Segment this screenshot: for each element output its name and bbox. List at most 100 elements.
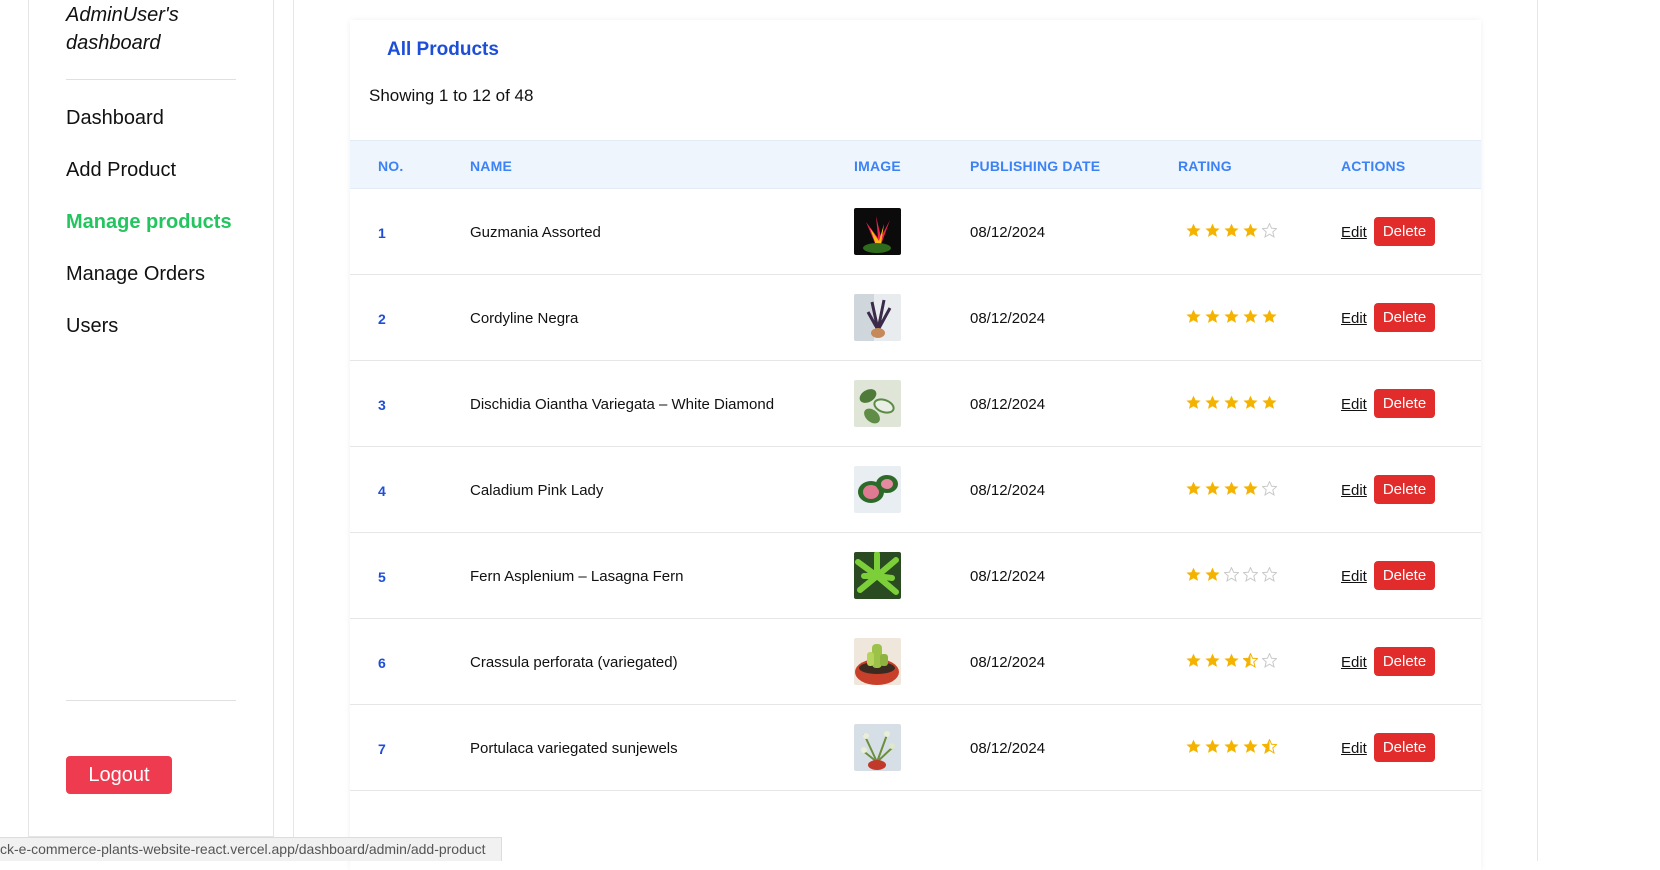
edit-link[interactable]: Edit <box>1341 482 1367 499</box>
sidebar-item-users[interactable]: Users <box>66 315 118 338</box>
main-divider <box>293 0 294 861</box>
delete-button[interactable]: Delete <box>1374 217 1435 246</box>
row-number: 1 <box>378 225 386 241</box>
column-header-no: NO. <box>378 158 404 174</box>
column-header-image: IMAGE <box>854 158 901 174</box>
column-header-actions: ACTIONS <box>1341 158 1406 174</box>
logout-button[interactable]: Logout <box>66 756 172 794</box>
dashboard-brand: AdminUser's dashboard <box>66 4 179 54</box>
sidebar-item-manage-orders[interactable]: Manage Orders <box>66 263 205 286</box>
star-full-icon <box>1205 395 1220 410</box>
sidebar-item-add-product[interactable]: Add Product <box>66 159 176 182</box>
products-card: All Products Showing 1 to 12 of 48 NO. N… <box>350 20 1481 870</box>
publishing-date: 08/12/2024 <box>970 482 1046 499</box>
table-row: 2 Cordyline Negra 08/12/2024 Edit Delete <box>350 275 1481 361</box>
sidebar: AdminUser's dashboard Dashboard Add Prod… <box>28 0 274 837</box>
delete-button[interactable]: Delete <box>1374 733 1435 762</box>
delete-button[interactable]: Delete <box>1374 647 1435 676</box>
table-row: 5 Fern Asplenium – Lasagna Fern 08/12/2024… <box>350 533 1481 619</box>
table-row: 6 Crassula perforata (variegated) 08/12/20… <box>350 619 1481 705</box>
sidebar-divider-bottom <box>66 700 236 701</box>
pagination-summary: Showing 1 to 12 of 48 <box>369 86 534 105</box>
product-thumbnail <box>854 552 901 599</box>
product-thumbnail <box>854 380 901 427</box>
product-name: Crassula perforata (variegated) <box>470 654 678 671</box>
product-name: Cordyline Negra <box>470 310 579 327</box>
star-empty-icon <box>1261 222 1278 238</box>
star-half-icon <box>1242 652 1259 668</box>
star-full-icon <box>1243 739 1258 754</box>
product-name: Guzmania Assorted <box>470 224 601 241</box>
star-full-icon <box>1224 223 1239 238</box>
row-number: 6 <box>378 655 386 671</box>
delete-button[interactable]: Delete <box>1374 389 1435 418</box>
table-row: 3 Dischidia Oiantha Variegata – White Dia… <box>350 361 1481 447</box>
publishing-date: 08/12/2024 <box>970 568 1046 585</box>
product-thumbnail <box>854 638 901 685</box>
edit-link[interactable]: Edit <box>1341 740 1367 757</box>
star-empty-icon <box>1261 652 1278 668</box>
star-full-icon <box>1243 223 1258 238</box>
product-name: Portulaca variegated sunjewels <box>470 740 678 757</box>
edit-link[interactable]: Edit <box>1341 654 1367 671</box>
star-empty-icon <box>1242 566 1259 582</box>
product-name: Caladium Pink Lady <box>470 482 604 499</box>
table-row: 1 Guzmania Assorted 08/12/2024 Edit Delete <box>350 189 1481 275</box>
star-full-icon <box>1205 481 1220 496</box>
row-number: 5 <box>378 569 386 585</box>
table-header: NO. NAME IMAGE PUBLISHING DATE RATING AC… <box>350 140 1481 189</box>
page-title: All Products <box>387 39 499 60</box>
sidebar-item-dashboard[interactable]: Dashboard <box>66 107 164 130</box>
delete-button[interactable]: Delete <box>1374 475 1435 504</box>
publishing-date: 08/12/2024 <box>970 396 1046 413</box>
star-full-icon <box>1205 567 1220 582</box>
star-full-icon <box>1205 309 1220 324</box>
product-name: Dischidia Oiantha Variegata – White Diam… <box>470 396 775 413</box>
star-full-icon <box>1224 653 1239 668</box>
star-half-icon <box>1261 738 1278 754</box>
star-full-icon <box>1224 395 1239 410</box>
star-full-icon <box>1186 223 1201 238</box>
star-full-icon <box>1224 739 1239 754</box>
star-full-icon <box>1186 309 1201 324</box>
right-divider <box>1537 0 1538 861</box>
sidebar-item-manage-products[interactable]: Manage products <box>66 211 232 234</box>
star-full-icon <box>1243 395 1258 410</box>
product-thumbnail <box>854 724 901 771</box>
edit-link[interactable]: Edit <box>1341 396 1367 413</box>
column-header-publishing-date: PUBLISHING DATE <box>970 158 1101 174</box>
column-header-name: NAME <box>470 158 513 174</box>
row-number: 4 <box>378 483 386 499</box>
star-full-icon <box>1243 309 1258 324</box>
publishing-date: 08/12/2024 <box>970 310 1046 327</box>
product-name: Fern Asplenium – Lasagna Fern <box>470 568 684 585</box>
edit-link[interactable]: Edit <box>1341 224 1367 241</box>
star-full-icon <box>1262 395 1277 410</box>
star-full-icon <box>1186 567 1201 582</box>
publishing-date: 08/12/2024 <box>970 740 1046 757</box>
row-number: 7 <box>378 741 386 757</box>
delete-button[interactable]: Delete <box>1374 561 1435 590</box>
delete-button[interactable]: Delete <box>1374 303 1435 332</box>
table-row: 7 Portulaca variegated sunjewels 08/12/202… <box>350 705 1481 791</box>
star-full-icon <box>1224 481 1239 496</box>
star-full-icon <box>1243 481 1258 496</box>
publishing-date: 08/12/2024 <box>970 654 1046 671</box>
star-full-icon <box>1186 481 1201 496</box>
edit-link[interactable]: Edit <box>1341 310 1367 327</box>
star-full-icon <box>1205 223 1220 238</box>
link-status-bar: ck-e-commerce-plants-website-react.verce… <box>0 837 502 861</box>
star-full-icon <box>1186 395 1201 410</box>
star-empty-icon <box>1223 566 1240 582</box>
product-thumbnail <box>854 294 901 341</box>
star-empty-icon <box>1261 480 1278 496</box>
star-full-icon <box>1186 653 1201 668</box>
edit-link[interactable]: Edit <box>1341 568 1367 585</box>
star-empty-icon <box>1261 566 1278 582</box>
row-number: 3 <box>378 397 386 413</box>
star-full-icon <box>1224 309 1239 324</box>
star-full-icon <box>1262 309 1277 324</box>
star-full-icon <box>1205 653 1220 668</box>
sidebar-divider-top <box>66 79 236 80</box>
row-number: 2 <box>378 311 386 327</box>
